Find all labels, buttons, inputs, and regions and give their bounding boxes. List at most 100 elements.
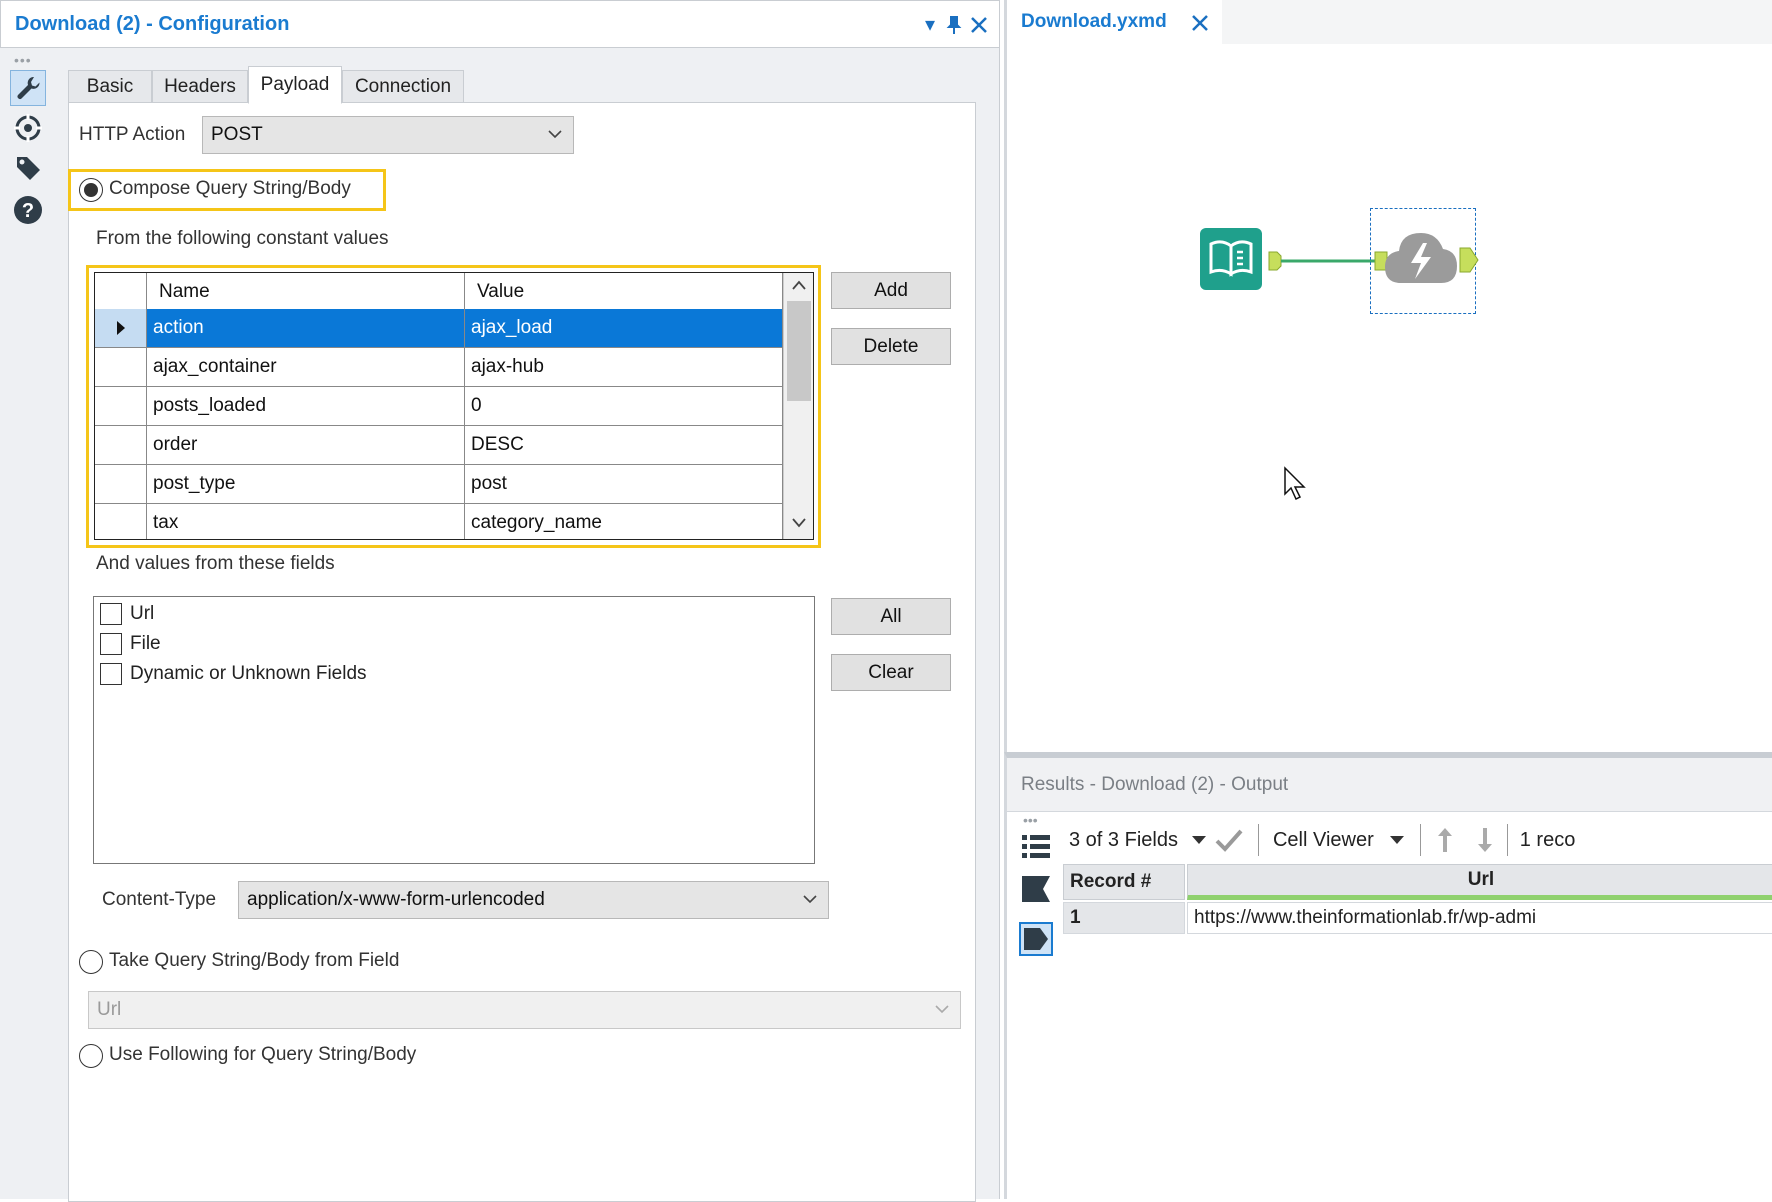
checkbox[interactable] [100, 663, 122, 685]
checkmark-icon[interactable] [1214, 827, 1244, 853]
record-number-cell[interactable]: 1 [1063, 902, 1185, 934]
chevron-down-icon [803, 895, 817, 904]
grid-cell-value[interactable]: ajax-hub [465, 348, 783, 387]
pin-icon[interactable] [945, 15, 963, 35]
tab-basic[interactable]: Basic [68, 70, 152, 104]
field-label: Dynamic or Unknown Fields [130, 663, 367, 684]
checkbox[interactable] [100, 603, 122, 625]
take-from-field-radio[interactable] [79, 950, 103, 974]
tab-headers[interactable]: Headers [152, 70, 248, 104]
field-checkbox-file[interactable]: File [100, 633, 161, 655]
grid-cell-name[interactable]: tax [147, 504, 465, 539]
grid-scrollbar[interactable] [783, 273, 813, 539]
toolbar-separator [1257, 824, 1259, 856]
grid-cell-value[interactable]: post [465, 465, 783, 504]
row-selector[interactable] [95, 426, 147, 465]
tab-payload[interactable]: Payload [248, 66, 342, 104]
results-title: Results - Download (2) - Output [1021, 774, 1289, 795]
all-button[interactable]: All [831, 598, 951, 635]
grip-handle[interactable]: ••• [14, 52, 32, 68]
grid-row[interactable]: tax category_name [95, 504, 783, 539]
download-tool-icon[interactable] [1381, 223, 1459, 297]
grid-cell-name[interactable]: posts_loaded [147, 387, 465, 426]
column-header-url[interactable]: Url [1187, 864, 1772, 900]
layout-tool-button[interactable] [10, 110, 46, 146]
content-type-label: Content-Type [102, 889, 217, 910]
grid-cell-name[interactable]: action [147, 309, 465, 348]
row-selector[interactable] [95, 309, 147, 348]
fields-selector[interactable]: 3 of 3 Fields [1069, 829, 1178, 852]
configuration-title: Download (2) - Configuration [15, 13, 290, 35]
flag-icon [1022, 876, 1050, 902]
http-action-select[interactable]: POST [202, 116, 574, 154]
workflow-canvas[interactable]: Download.yxmd [1004, 0, 1772, 752]
checkbox[interactable] [100, 633, 122, 655]
help-tool-button[interactable]: ? [10, 192, 46, 228]
delete-button[interactable]: Delete [831, 328, 951, 365]
wrench-icon [17, 76, 40, 99]
compose-query-label: Compose Query String/Body [109, 178, 351, 199]
close-icon[interactable] [969, 15, 989, 35]
tab-connection[interactable]: Connection [342, 70, 464, 104]
help-icon: ? [14, 196, 42, 224]
dropdown-arrow-icon[interactable]: ▾ [925, 12, 935, 37]
scroll-thumb[interactable] [787, 301, 811, 401]
url-cell[interactable]: https://www.theinformationlab.fr/wp-admi [1187, 902, 1772, 934]
grip-handle[interactable]: ••• [1023, 812, 1038, 828]
target-icon [14, 114, 42, 142]
canvas-tab[interactable]: Download.yxmd [1007, 0, 1222, 44]
row-selector[interactable] [95, 387, 147, 426]
field-label: Url [130, 603, 155, 624]
grid-cell-value[interactable]: category_name [465, 504, 783, 539]
download-tool-selection[interactable] [1370, 208, 1479, 314]
row-pointer-icon [116, 321, 125, 335]
grid-cell-name[interactable]: post_type [147, 465, 465, 504]
grid-row[interactable]: action ajax_load [95, 309, 783, 348]
grid-row[interactable]: post_type post [95, 465, 783, 504]
field-select[interactable]: Url [88, 991, 961, 1029]
fields-label: And values from these fields [96, 553, 335, 574]
grid-row[interactable]: order DESC [95, 426, 783, 465]
sort-down-icon[interactable] [1475, 826, 1495, 854]
message-view-button[interactable] [1019, 872, 1053, 906]
grid-cell-value[interactable]: 0 [465, 387, 783, 426]
field-checkbox-dynamic[interactable]: Dynamic or Unknown Fields [100, 663, 367, 685]
viewer-selector[interactable]: Cell Viewer [1273, 829, 1374, 852]
field-checkbox-url[interactable]: Url [100, 603, 154, 625]
content-type-value: application/x-www-form-urlencoded [247, 889, 545, 910]
grid-cell-value[interactable]: DESC [465, 426, 783, 465]
clear-button[interactable]: Clear [831, 654, 951, 691]
add-button[interactable]: Add [831, 272, 951, 309]
metadata-view-button[interactable] [1019, 830, 1053, 864]
close-tab-icon[interactable] [1191, 14, 1209, 32]
grid-header-value[interactable]: Value [465, 273, 783, 312]
sort-up-icon[interactable] [1435, 826, 1455, 854]
grid-cell-name[interactable]: order [147, 426, 465, 465]
constant-values-grid[interactable]: Name Value action ajax_load ajax_contain… [94, 272, 814, 540]
canvas-tab-label: Download.yxmd [1021, 11, 1167, 32]
row-selector[interactable] [95, 504, 147, 539]
data-view-button[interactable] [1019, 922, 1053, 956]
column-header-record[interactable]: Record # [1063, 864, 1185, 900]
grid-row[interactable]: ajax_container ajax-hub [95, 348, 783, 387]
row-selector[interactable] [95, 348, 147, 387]
record-count: 1 reco [1519, 828, 1576, 851]
use-following-radio[interactable] [79, 1044, 103, 1068]
grid-cell-value[interactable]: ajax_load [465, 309, 783, 348]
book-icon[interactable] [1197, 226, 1267, 292]
compose-query-radio[interactable] [79, 178, 103, 202]
annotation-tool-button[interactable] [10, 150, 46, 186]
configuration-tool-button[interactable] [10, 70, 46, 106]
tag-arrow-icon [1024, 928, 1048, 950]
chevron-down-icon [548, 130, 562, 139]
fields-dropdown-icon[interactable] [1190, 834, 1208, 846]
row-selector[interactable] [95, 465, 147, 504]
grid-row[interactable]: posts_loaded 0 [95, 387, 783, 426]
scroll-up-icon[interactable] [791, 279, 807, 291]
output-anchor-icon[interactable] [1459, 247, 1479, 273]
viewer-dropdown-icon[interactable] [1388, 834, 1406, 846]
content-type-select[interactable]: application/x-www-form-urlencoded [238, 881, 829, 919]
grid-header-name[interactable]: Name [147, 273, 465, 312]
grid-cell-name[interactable]: ajax_container [147, 348, 465, 387]
scroll-down-icon[interactable] [791, 517, 807, 529]
